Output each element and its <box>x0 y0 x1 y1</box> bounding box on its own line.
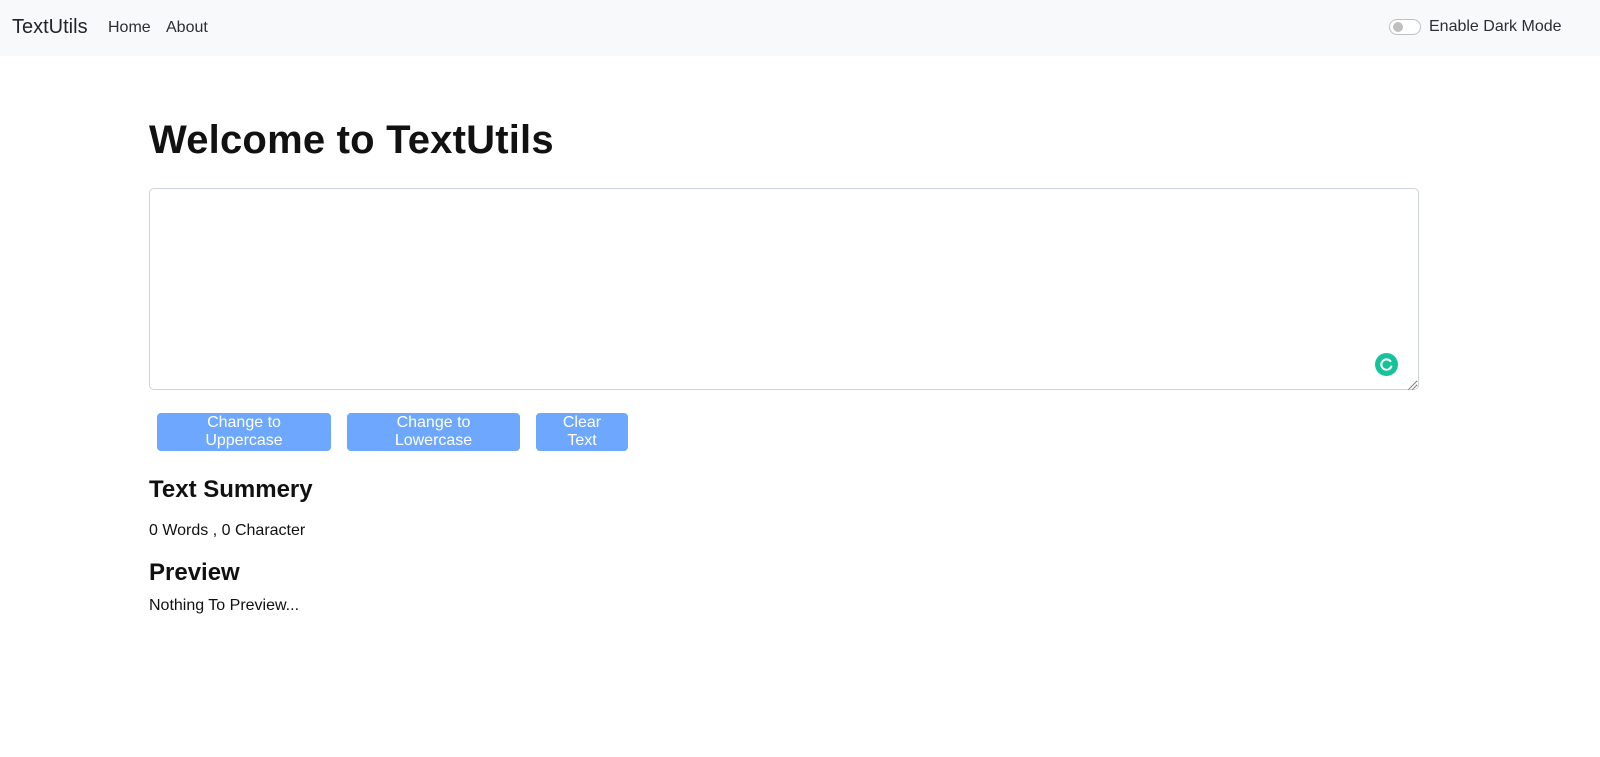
preview-title: Preview <box>149 559 240 586</box>
nav-link-home[interactable]: Home <box>108 19 151 37</box>
nav-link-about[interactable]: About <box>166 19 208 37</box>
navbar: TextUtils Home About Enable Dark Mode <box>0 0 1600 56</box>
summary-text: 0 Words , 0 Character <box>149 522 306 539</box>
lowercase-button[interactable]: Change to Lowercase <box>347 413 520 451</box>
summary-title: Text Summery <box>149 476 313 503</box>
brand-link[interactable]: TextUtils <box>12 16 88 39</box>
preview-text: Nothing To Preview... <box>149 597 300 614</box>
clear-text-button[interactable]: Clear Text <box>536 413 628 451</box>
dark-mode-label[interactable]: Enable Dark Mode <box>1429 18 1562 36</box>
resize-grip-icon[interactable] <box>1407 378 1417 391</box>
page-title: Welcome to TextUtils <box>149 118 554 162</box>
grammarly-icon[interactable] <box>1375 353 1398 376</box>
dark-mode-toggle[interactable] <box>1389 19 1421 35</box>
uppercase-button[interactable]: Change to Uppercase <box>157 413 331 451</box>
toggle-knob <box>1393 22 1403 32</box>
text-input[interactable] <box>149 188 1419 390</box>
